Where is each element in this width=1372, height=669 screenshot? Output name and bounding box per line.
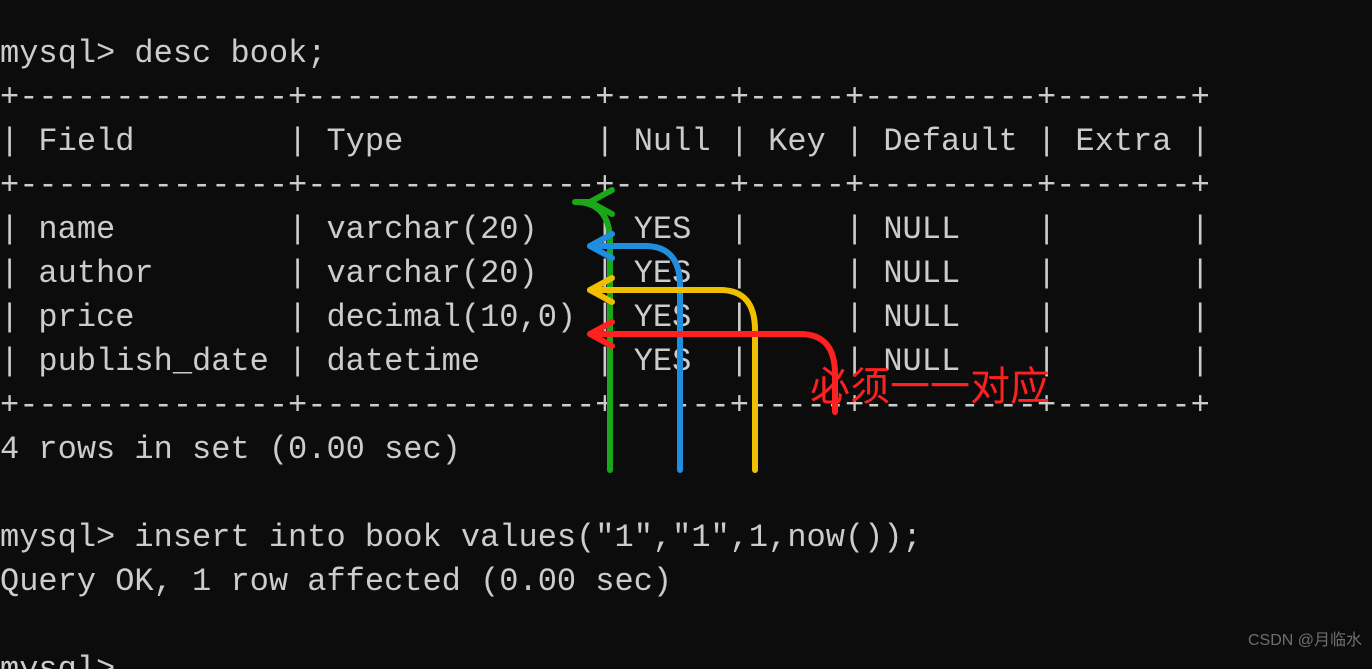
annotation-text: 必须一一对应 (810, 365, 1050, 409)
watermark: CSDN @月临水 (1248, 619, 1362, 663)
terminal-output: mysql> desc book; +--------------+------… (0, 32, 1210, 669)
